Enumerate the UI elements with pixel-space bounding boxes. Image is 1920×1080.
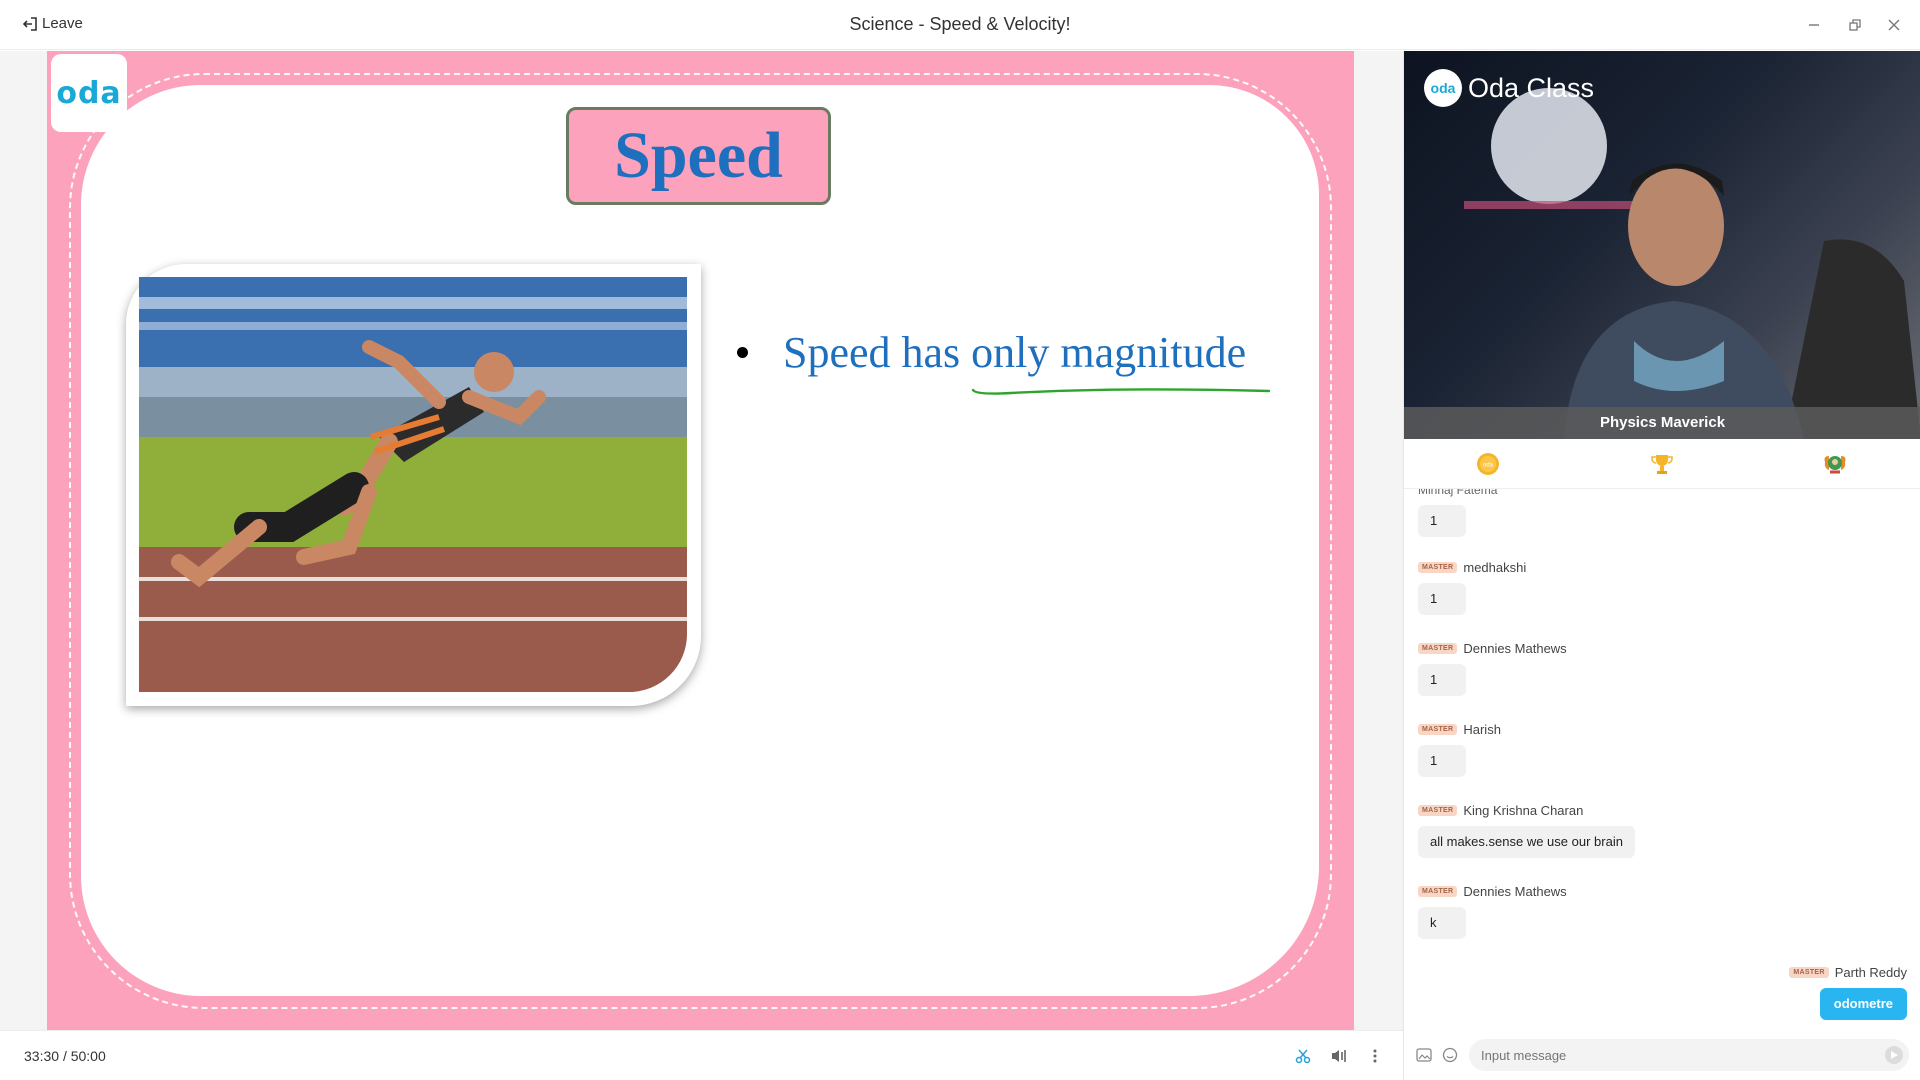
video-brand: oda Oda Class xyxy=(1424,69,1594,107)
video-brand-text: Oda Class xyxy=(1468,72,1595,103)
emoji-button[interactable] xyxy=(1441,1046,1459,1064)
slide: oda Speed Speed has only magnitude xyxy=(47,51,1354,1030)
chat-author: Parth Reddy xyxy=(1834,965,1907,980)
bullet-item: Speed has only magnitude xyxy=(737,327,1246,378)
image-button[interactable] xyxy=(1415,1046,1433,1064)
own-chat-message: MASTER Parth Reddy odometre xyxy=(1789,965,1907,1020)
chat-message: MASTER King Krishna Charan all makes.sens… xyxy=(1418,803,1635,858)
teacher-video: oda Oda Class Physics Maverick xyxy=(1404,51,1920,439)
master-badge: MASTER xyxy=(1418,562,1458,573)
title-bar: Leave Science - Speed & Velocity! xyxy=(0,0,1920,50)
playback-time: 33:30 / 50:00 xyxy=(24,1048,106,1064)
master-badge: MASTER xyxy=(1418,643,1458,654)
chat-message: MASTER medhakshi 1 xyxy=(1418,560,1526,615)
chat-bubble-own: odometre xyxy=(1819,988,1907,1020)
trophy-icon xyxy=(1651,455,1673,474)
tab-oda-coins[interactable]: oda xyxy=(1475,451,1501,477)
chat-input-bar xyxy=(1404,1037,1920,1080)
chat-message: MASTER Harish 1 xyxy=(1418,722,1501,777)
tab-achievements[interactable] xyxy=(1822,451,1848,477)
scissors-button[interactable] xyxy=(1292,1045,1314,1067)
volume-icon xyxy=(1332,1050,1346,1062)
send-icon xyxy=(1891,1051,1898,1059)
svg-text:oda: oda xyxy=(1483,463,1494,469)
slide-title: Speed xyxy=(566,107,831,205)
volume-button[interactable] xyxy=(1328,1045,1350,1067)
more-options-button[interactable] xyxy=(1364,1045,1386,1067)
chat-bubble: all makes.sense we use our brain xyxy=(1418,826,1635,858)
master-badge: MASTER xyxy=(1418,724,1458,735)
master-badge: MASTER xyxy=(1789,967,1829,978)
chat-author: King Krishna Charan xyxy=(1463,803,1584,818)
more-vertical-icon xyxy=(1373,1049,1377,1063)
restore-icon xyxy=(1849,19,1861,31)
emoji-icon xyxy=(1442,1047,1458,1063)
minimize-button[interactable] xyxy=(1803,14,1825,36)
window-title: Science - Speed & Velocity! xyxy=(849,14,1071,34)
restore-button[interactable] xyxy=(1844,14,1866,36)
total-time: / 50:00 xyxy=(62,1048,106,1064)
chat-bubble: 1 xyxy=(1418,745,1466,777)
badge-icon xyxy=(1824,456,1846,474)
chat-message: MASTER Dennies Mathews 1 xyxy=(1418,641,1567,696)
scissors-icon xyxy=(1295,1049,1311,1064)
panel-tabs: oda xyxy=(1404,439,1920,489)
oda-coin-icon: oda xyxy=(1477,453,1499,475)
ink-underline-annotation xyxy=(971,388,1271,395)
sprinter-image-frame xyxy=(126,264,701,706)
side-panel: oda Oda Class Physics Maverick oda Minha… xyxy=(1403,51,1920,1080)
chat-author: Dennies Mathews xyxy=(1463,641,1567,656)
chat-bubble: 1 xyxy=(1418,505,1466,537)
oda-badge-icon: oda xyxy=(1424,69,1462,107)
chat-message: MASTER Dennies Mathews k xyxy=(1418,884,1567,939)
oda-logo: oda xyxy=(51,54,127,132)
chat-author: Minhaj Fatema xyxy=(1418,489,1498,497)
master-badge: MASTER xyxy=(1418,805,1458,816)
close-button[interactable] xyxy=(1883,14,1905,36)
master-badge: MASTER xyxy=(1418,886,1458,897)
bullet-text: Speed has only magnitude xyxy=(783,328,1247,377)
tab-leaderboard[interactable] xyxy=(1649,451,1675,477)
chat-bubble: k xyxy=(1418,907,1466,939)
slide-stage: oda Speed Speed has only magnitude xyxy=(0,51,1403,1030)
chat-author: Harish xyxy=(1463,722,1501,737)
elapsed-time: 33:30 xyxy=(24,1048,60,1064)
chat-author: Dennies Mathews xyxy=(1463,884,1567,899)
image-icon xyxy=(1416,1048,1432,1062)
bullet-dot xyxy=(737,347,748,358)
chat-input[interactable] xyxy=(1469,1039,1909,1071)
chat-list[interactable]: Minhaj Fatema 1 MASTER medhakshi 1 MASTER… xyxy=(1404,489,1920,1037)
send-button[interactable] xyxy=(1885,1046,1903,1064)
minimize-icon xyxy=(1809,24,1819,26)
player-bar: 33:30 / 50:00 xyxy=(0,1030,1403,1080)
sprinter-image xyxy=(139,277,687,692)
chat-bubble: 1 xyxy=(1418,664,1466,696)
chat-author: medhakshi xyxy=(1463,560,1527,575)
presenter-name: Physics Maverick xyxy=(1404,407,1920,439)
close-icon xyxy=(1888,19,1900,31)
chat-bubble: 1 xyxy=(1418,583,1466,615)
chat-message: Minhaj Fatema 1 xyxy=(1418,489,1497,537)
